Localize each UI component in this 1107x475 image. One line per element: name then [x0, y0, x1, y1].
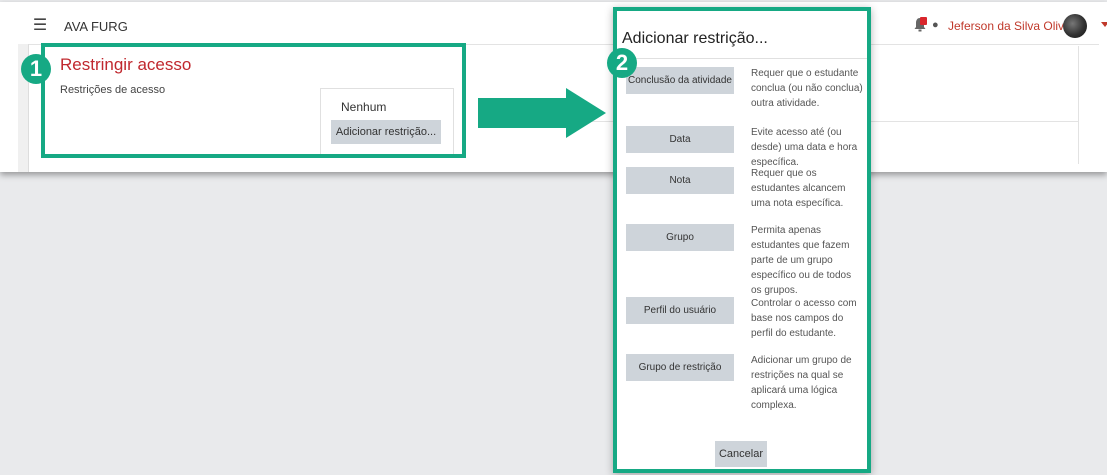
chevron-down-icon[interactable]	[1101, 22, 1107, 27]
option-grade-desc: Requer que os estudantes alcancem uma no…	[751, 168, 846, 209]
option-restriction-set-desc: Adicionar um grupo de restrições na qual…	[751, 355, 852, 411]
option-restriction-set-button[interactable]: Grupo de restrição	[626, 354, 734, 381]
site-brand[interactable]: AVA FURG	[64, 19, 128, 34]
speech-bubble-icon[interactable]: ●	[932, 19, 939, 31]
step-badge-2: 2	[607, 48, 637, 78]
dialog-title: Adicionar restrição...	[622, 30, 768, 47]
option-date-button[interactable]: Data	[626, 126, 734, 153]
cancel-button[interactable]: Cancelar	[715, 441, 767, 467]
option-user-profile-button[interactable]: Perfil do usuário	[626, 297, 734, 324]
dialog-divider	[617, 58, 867, 59]
top-navbar: ☰ AVA FURG ● Jeferson da Silva Oliveira	[18, 10, 1107, 45]
option-date-desc: Evite acesso até (ou desde) uma data e h…	[751, 127, 858, 168]
option-activity-completion-button[interactable]: Conclusão da atividade	[626, 67, 734, 94]
option-grade-button[interactable]: Nota	[626, 167, 734, 194]
bell-icon[interactable]	[913, 17, 927, 33]
user-avatar[interactable]	[1063, 14, 1087, 38]
option-group-button[interactable]: Grupo	[626, 224, 734, 251]
arrow-right-icon	[478, 88, 606, 138]
highlight-box-step1	[41, 43, 466, 158]
step-badge-1: 1	[21, 54, 51, 84]
hamburger-icon[interactable]: ☰	[30, 16, 50, 36]
option-user-profile-desc: Controlar o acesso com base nos campos d…	[751, 298, 857, 339]
option-activity-completion-desc: Requer que o estudante conclua (ou não c…	[751, 68, 863, 109]
option-group-desc: Permita apenas estudantes que fazem part…	[751, 225, 852, 296]
